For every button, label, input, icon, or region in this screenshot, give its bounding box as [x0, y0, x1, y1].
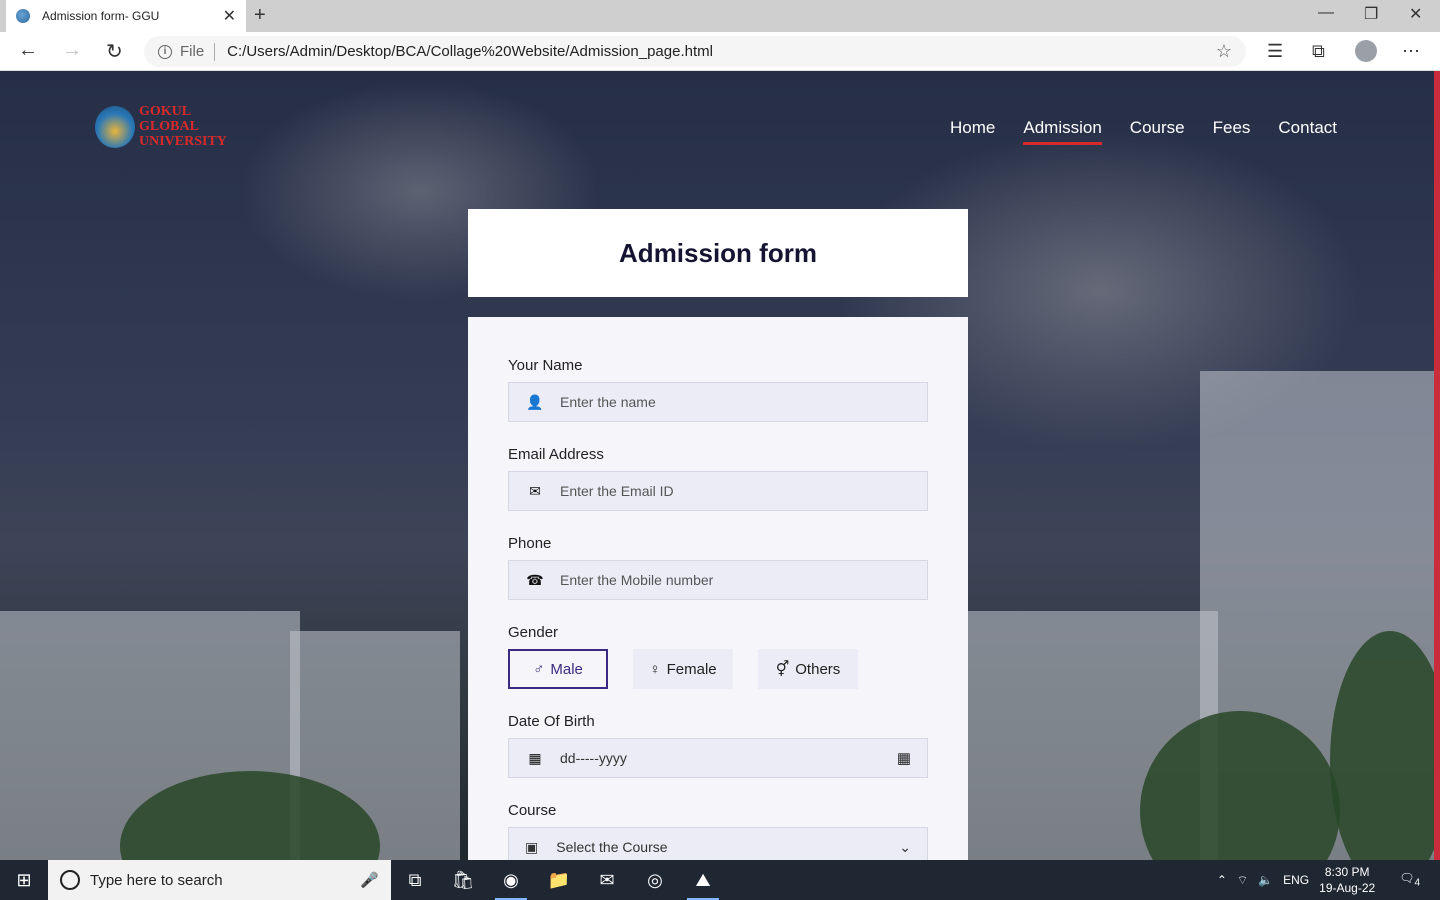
- transgender-icon: ⚥: [775, 661, 790, 678]
- site-navigation: Home Admission Course Fees Contact: [950, 118, 1337, 145]
- dob-field[interactable]: ▦ ▦: [508, 738, 928, 778]
- email-field[interactable]: ✉: [508, 471, 928, 511]
- favorite-star-icon[interactable]: ☆: [1216, 41, 1232, 62]
- page-scrollbar[interactable]: [1434, 71, 1440, 860]
- course-label: Course: [508, 802, 557, 819]
- site-favicon-icon: [16, 9, 30, 23]
- new-tab-icon[interactable]: +: [254, 4, 266, 27]
- restore-icon[interactable]: ❐: [1364, 4, 1378, 24]
- course-icon: ▣: [525, 838, 539, 855]
- mail-icon[interactable]: ✉: [583, 860, 631, 900]
- nav-admission[interactable]: Admission: [1023, 118, 1102, 145]
- back-icon[interactable]: ←: [18, 39, 38, 62]
- name-label: Your Name: [508, 357, 583, 374]
- tab-title: Admission form- GGU: [42, 9, 160, 23]
- phone-icon: ☎: [526, 571, 544, 588]
- profile-avatar[interactable]: [1355, 40, 1377, 62]
- email-input[interactable]: [560, 483, 911, 499]
- nav-home[interactable]: Home: [950, 118, 995, 145]
- start-button[interactable]: ⊞: [0, 860, 48, 900]
- dob-label: Date Of Birth: [508, 713, 595, 730]
- tray-chevron-up-icon[interactable]: ⌃: [1217, 873, 1227, 887]
- phone-input[interactable]: [560, 572, 911, 588]
- form-title-card: Admission form: [468, 209, 968, 297]
- system-tray: ⌃ ⌔ 🔈 ENG 8:30 PM 19-Aug-22 🗨4: [1207, 860, 1440, 900]
- browser-tab[interactable]: Admission form- GGU ✕: [6, 0, 246, 32]
- file-explorer-icon[interactable]: 📁: [535, 860, 583, 900]
- favorites-list-icon[interactable]: ☰: [1267, 41, 1283, 62]
- chrome-icon[interactable]: ◎: [631, 860, 679, 900]
- cortana-icon: [60, 870, 80, 890]
- date-picker-icon[interactable]: ▦: [897, 749, 911, 767]
- close-tab-icon[interactable]: ✕: [223, 6, 236, 26]
- microphone-icon[interactable]: 🎤: [360, 871, 379, 889]
- envelope-icon: ✉: [529, 482, 541, 499]
- phone-label: Phone: [508, 535, 552, 552]
- notification-count: 4: [1414, 877, 1420, 889]
- dob-input[interactable]: [560, 750, 897, 766]
- store-icon[interactable]: 🛍: [439, 860, 487, 900]
- course-select[interactable]: ▣ Select the Course ⌄: [508, 827, 928, 860]
- name-field[interactable]: 👤: [508, 382, 928, 422]
- address-bar[interactable]: i File C:/Users/Admin/Desktop/BCA/Collag…: [144, 36, 1246, 67]
- admission-form: Your Name 👤 Email Address ✉ Phone ☎ Gend…: [468, 317, 968, 860]
- gender-female-button[interactable]: ♀ Female: [633, 649, 733, 689]
- clock[interactable]: 8:30 PM 19-Aug-22: [1319, 864, 1375, 896]
- address-separator: [214, 42, 216, 61]
- collections-icon[interactable]: ⧉: [1312, 41, 1325, 62]
- browser-toolbar: ← → ↻ i File C:/Users/Admin/Desktop/BCA/…: [0, 32, 1440, 71]
- nav-fees[interactable]: Fees: [1213, 118, 1251, 145]
- refresh-icon[interactable]: ↻: [106, 39, 123, 64]
- clock-date: 19-Aug-22: [1319, 881, 1376, 895]
- university-emblem-icon: [95, 105, 135, 148]
- taskbar-search-placeholder: Type here to search: [90, 871, 223, 889]
- male-icon: ♂: [533, 660, 545, 678]
- nav-contact[interactable]: Contact: [1278, 118, 1337, 145]
- logo-line-3: UNIVERSITY: [139, 134, 227, 149]
- forward-icon[interactable]: →: [62, 39, 82, 62]
- form-title: Admission form: [619, 237, 817, 268]
- gender-female-label: Female: [666, 660, 717, 678]
- language-indicator[interactable]: ENG: [1283, 873, 1309, 887]
- logo-line-2: GLOBAL: [139, 119, 199, 134]
- page-viewport: GOKUL GLOBAL UNIVERSITY Home Admission C…: [0, 71, 1440, 860]
- gender-male-button[interactable]: ♂ Male: [508, 649, 608, 689]
- notifications-icon[interactable]: 🗨4: [1399, 871, 1420, 888]
- clock-time: 8:30 PM: [1324, 865, 1370, 879]
- gender-options: ♂ Male ♀ Female ⚥ Others: [508, 649, 928, 689]
- edge-icon[interactable]: ◉: [487, 860, 535, 900]
- logo-line-1: GOKUL: [139, 104, 192, 119]
- close-window-icon[interactable]: ✕: [1409, 4, 1422, 24]
- email-label: Email Address: [508, 446, 604, 463]
- taskbar-search[interactable]: Type here to search 🎤: [48, 860, 391, 900]
- university-logo[interactable]: GOKUL GLOBAL UNIVERSITY: [95, 104, 227, 149]
- user-icon: 👤: [526, 393, 544, 410]
- taskbar: ⊞ Type here to search 🎤 ⧉ 🛍 ◉ 📁 ✉ ◎ ⛰ ⌃ …: [0, 860, 1440, 900]
- network-icon[interactable]: ⌔: [1237, 873, 1248, 888]
- volume-icon[interactable]: 🔈: [1258, 873, 1273, 887]
- calendar-icon: ▦: [528, 749, 542, 766]
- more-menu-icon[interactable]: ⋯: [1402, 41, 1420, 62]
- gender-others-button[interactable]: ⚥ Others: [758, 649, 858, 689]
- info-icon[interactable]: i: [158, 44, 172, 59]
- address-scheme-label: File: [180, 43, 205, 60]
- gender-label: Gender: [508, 624, 559, 641]
- minimize-icon[interactable]: —: [1318, 4, 1334, 22]
- course-select-value: Select the Course: [556, 839, 668, 855]
- female-icon: ♀: [649, 660, 661, 678]
- address-url[interactable]: C:/Users/Admin/Desktop/BCA/Collage%20Web…: [227, 43, 1216, 60]
- phone-field[interactable]: ☎: [508, 560, 928, 600]
- gender-others-label: Others: [795, 660, 841, 678]
- name-input[interactable]: [560, 394, 911, 410]
- task-view-icon[interactable]: ⧉: [391, 860, 439, 900]
- nav-course[interactable]: Course: [1130, 118, 1185, 145]
- app-icon[interactable]: ⛰: [679, 860, 727, 900]
- browser-tab-strip: Admission form- GGU ✕ + — ❐ ✕: [0, 0, 1440, 32]
- gender-male-label: Male: [550, 660, 583, 678]
- chevron-down-icon: ⌄: [899, 838, 911, 855]
